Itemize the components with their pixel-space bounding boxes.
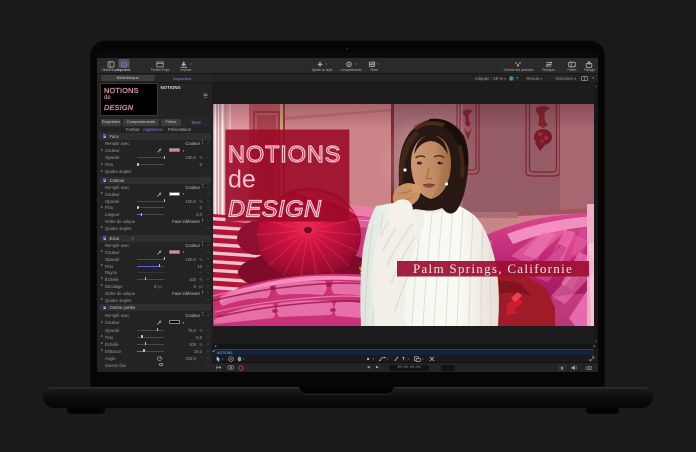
svg-text:DESIGN: DESIGN bbox=[228, 195, 322, 221]
svg-text:Palm Springs, Californie: Palm Springs, Californie bbox=[413, 261, 573, 276]
svg-text:NOTIONS: NOTIONS bbox=[228, 141, 341, 167]
svg-text:de: de bbox=[228, 165, 256, 193]
